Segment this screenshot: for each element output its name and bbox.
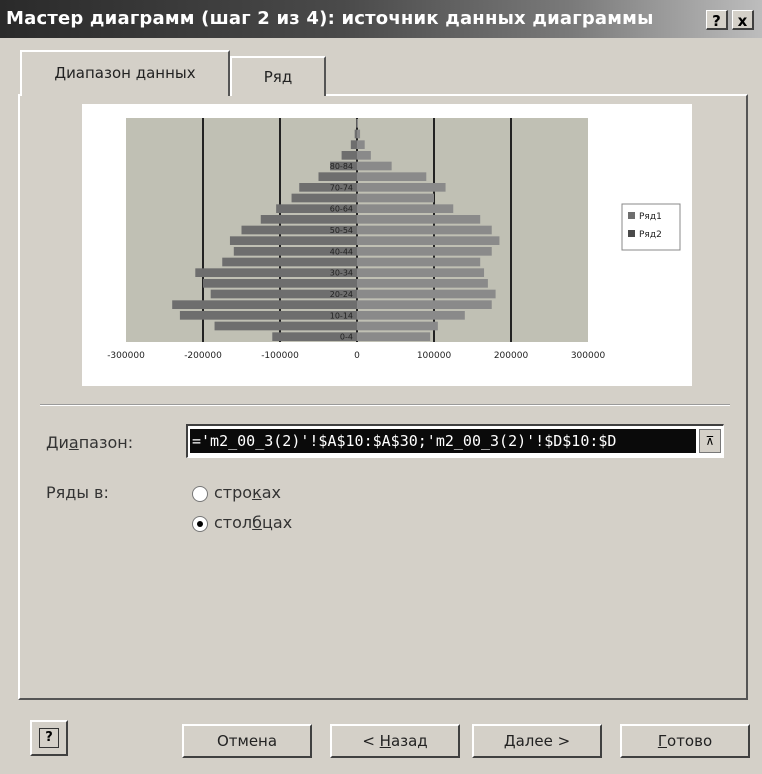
chart-wizard-dialog: Мастер диаграмм (шаг 2 из 4): источник д…	[0, 0, 762, 774]
radio-columns[interactable]	[192, 516, 208, 532]
bar-1-5-9	[214, 321, 357, 331]
bar-2-30-34	[357, 268, 485, 277]
bar-2-20-24	[357, 289, 496, 299]
bar-2-100+	[357, 119, 358, 128]
y-tick-label: 80-84	[330, 162, 353, 171]
x-tick-label: 100000	[417, 351, 452, 361]
bar-2-95-99	[357, 129, 361, 139]
chart-legend: Ряд1 Ряд2	[621, 203, 681, 251]
x-tick-label: -300000	[107, 351, 145, 361]
bar-1-65-69	[291, 193, 357, 203]
bar-1-45-49	[229, 236, 357, 245]
bar-2-5-9	[357, 321, 438, 331]
bar-2-45-49	[357, 236, 500, 245]
separator	[40, 404, 730, 406]
bar-2-70-74	[357, 183, 446, 192]
bar-2-25-29	[357, 279, 488, 288]
y-tick-label: 40-44	[330, 247, 353, 256]
bar-1-90-94	[350, 140, 357, 149]
y-tick-label: 30-34	[330, 269, 353, 278]
x-tick-label: -200000	[184, 351, 222, 361]
legend-entry: Ряд1	[639, 212, 662, 222]
x-tick-label: 0	[354, 351, 360, 361]
next-button[interactable]: Далее >	[472, 724, 602, 758]
bar-2-0-4	[357, 332, 431, 341]
radio-columns-label[interactable]: столбцах	[214, 513, 292, 532]
bar-2-50-54	[357, 225, 492, 235]
bar-2-60-64	[357, 204, 454, 213]
title-bar: Мастер диаграмм (шаг 2 из 4): источник д…	[0, 0, 762, 38]
bar-2-15-19	[357, 300, 492, 309]
tab-data-range[interactable]: Диапазон данных	[20, 50, 230, 96]
bar-1-75-79	[318, 172, 357, 181]
legend-swatch	[628, 212, 635, 219]
bar-2-55-59	[357, 215, 481, 224]
finish-button[interactable]: Готово	[620, 724, 750, 758]
bar-1-35-39	[222, 257, 357, 267]
radio-rows[interactable]	[192, 486, 208, 502]
bar-1-25-29	[203, 279, 357, 288]
cancel-button[interactable]: Отмена	[182, 724, 312, 758]
bar-2-90-94	[357, 140, 365, 149]
bar-2-85-89	[357, 151, 371, 160]
chart-preview: 0-4 10-14 20-24 30-34 40-44 50-54 60-64 70-74 80…	[82, 104, 692, 386]
range-value[interactable]: ='m2_00_3(2)'!$A$10:$A$30;'m2_00_3(2)'!$…	[190, 429, 696, 453]
x-tick-label: 200000	[494, 351, 529, 361]
bar-2-80-84	[357, 161, 392, 171]
legend-entry: Ряд2	[639, 230, 662, 240]
radio-rows-label[interactable]: строках	[214, 483, 281, 502]
population-pyramid-chart: 0-4 10-14 20-24 30-34 40-44 50-54 60-64 70-74 80…	[107, 118, 681, 361]
bar-1-55-59	[260, 215, 357, 224]
bar-1-95-99	[354, 129, 357, 139]
bar-1-85-89	[341, 151, 357, 160]
close-button[interactable]: x	[732, 10, 754, 30]
help-button[interactable]: ?	[30, 720, 68, 756]
help-icon: ?	[39, 728, 59, 748]
range-label: Диапазон:	[46, 433, 134, 452]
legend-box	[621, 203, 681, 251]
y-tick-label: 0-4	[340, 333, 353, 342]
bar-2-75-79	[357, 172, 427, 181]
bar-2-40-44	[357, 247, 492, 256]
y-tick-label: 50-54	[330, 226, 353, 235]
tab-series[interactable]: Ряд	[230, 56, 326, 96]
bar-2-65-69	[357, 193, 434, 203]
bar-1-15-19	[172, 300, 357, 309]
y-tick-label: 60-64	[330, 205, 353, 214]
bar-2-35-39	[357, 257, 481, 267]
range-field[interactable]: ='m2_00_3(2)'!$A$10:$A$30;'m2_00_3(2)'!$…	[186, 424, 724, 458]
bar-2-10-14	[357, 311, 465, 320]
help-title-button[interactable]: ?	[706, 10, 728, 30]
y-tick-label: 20-24	[330, 290, 353, 299]
legend-swatch	[628, 230, 635, 237]
series-in-label: Ряды в:	[46, 483, 109, 502]
x-tick-label: 300000	[571, 351, 606, 361]
x-tick-label: -100000	[261, 351, 299, 361]
y-tick-label: 70-74	[330, 183, 353, 192]
back-button[interactable]: < Назад	[330, 724, 460, 758]
y-tick-label: 10-14	[330, 311, 353, 320]
collapse-dialog-icon[interactable]: ⊼	[699, 429, 721, 453]
window-title: Мастер диаграмм (шаг 2 из 4): источник д…	[6, 8, 654, 29]
